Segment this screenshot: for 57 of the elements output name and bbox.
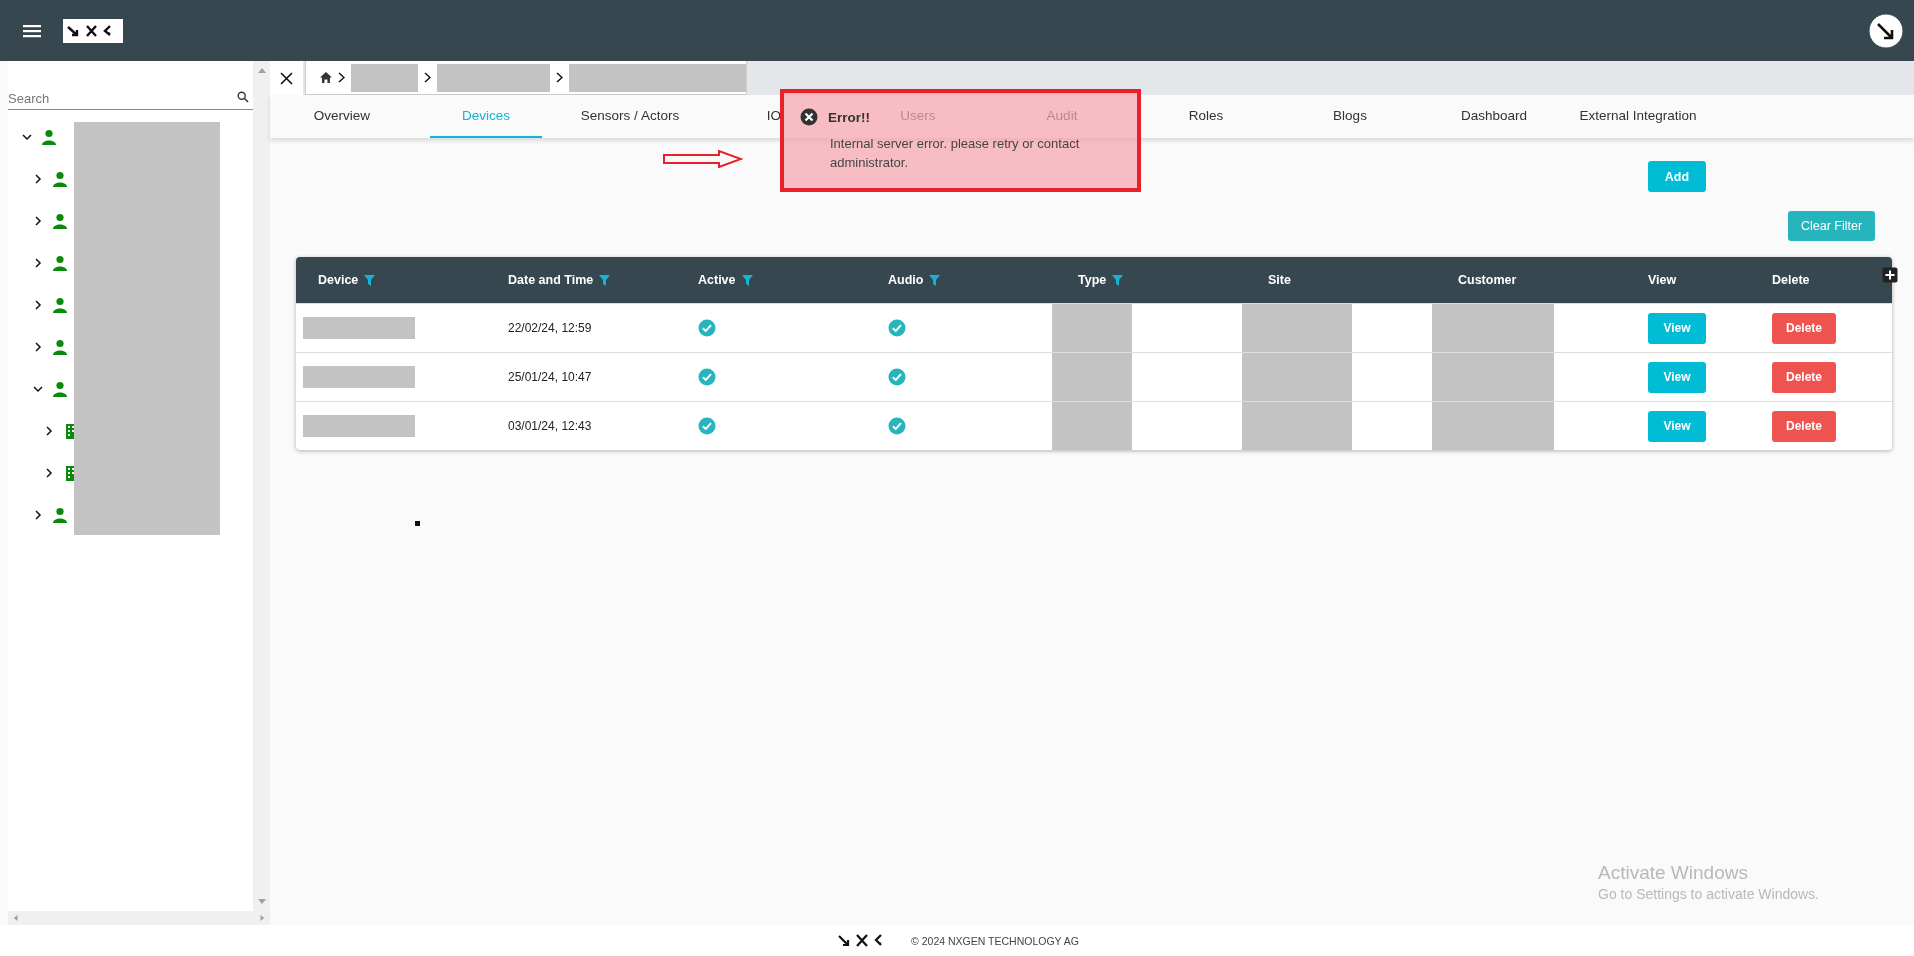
tab[interactable]: Devices bbox=[430, 95, 542, 138]
column-header: Delete bbox=[1772, 273, 1810, 287]
search-field[interactable]: Search bbox=[8, 87, 253, 110]
add-button[interactable]: Add bbox=[1648, 161, 1706, 192]
delete-button[interactable]: Delete bbox=[1772, 312, 1836, 344]
person-icon bbox=[52, 507, 68, 523]
clear-filter-button[interactable]: Clear Filter bbox=[1788, 211, 1875, 241]
chevron-icon bbox=[556, 72, 564, 83]
filter-icon[interactable] bbox=[1112, 274, 1124, 286]
column-header: Active bbox=[698, 273, 736, 287]
table-cell-text: 03/01/24, 12:43 bbox=[507, 418, 593, 435]
person-icon bbox=[52, 255, 68, 271]
chevron-icon bbox=[424, 72, 432, 83]
table-cell-text: 25/01/24, 10:47 bbox=[507, 369, 593, 386]
close-button[interactable] bbox=[270, 61, 303, 95]
person-icon bbox=[52, 381, 68, 397]
column-header: Device bbox=[318, 273, 359, 287]
column-header: Date and Time bbox=[508, 273, 594, 287]
copyright-text: © 2024 NXGEN TECHNOLOGY AG bbox=[911, 934, 1079, 947]
logo-avatar-icon[interactable] bbox=[1868, 12, 1904, 49]
person-icon bbox=[52, 339, 68, 355]
chevron-icon bbox=[337, 72, 345, 83]
search-icon[interactable] bbox=[237, 91, 249, 103]
delete-button[interactable]: Delete bbox=[1772, 410, 1836, 442]
column-header: Site bbox=[1268, 273, 1291, 287]
column-header: Customer bbox=[1458, 273, 1517, 287]
close-icon bbox=[280, 71, 293, 85]
filter-icon[interactable] bbox=[599, 274, 611, 286]
dot-mark bbox=[415, 521, 420, 526]
person-icon bbox=[52, 297, 68, 313]
column-header: View bbox=[1648, 273, 1677, 287]
person-icon bbox=[52, 213, 68, 229]
os-activation-notice: Activate Windows Go to Settings to activate Windows. bbox=[1598, 862, 1819, 902]
tab[interactable]: External Integration bbox=[1573, 95, 1703, 138]
tab[interactable]: Dashboard bbox=[1454, 95, 1533, 138]
tab[interactable]: Blogs bbox=[1327, 95, 1373, 138]
tab[interactable]: Overview bbox=[307, 95, 377, 138]
toast-message: Internal server error. please retry or contact administrator. bbox=[830, 135, 1081, 172]
toast-title: Error!! bbox=[828, 109, 870, 125]
person-icon bbox=[52, 171, 68, 187]
home-icon[interactable] bbox=[320, 72, 332, 83]
tab[interactable]: IO bbox=[760, 95, 788, 138]
filter-icon[interactable] bbox=[364, 274, 376, 286]
filter-icon[interactable] bbox=[929, 274, 941, 286]
view-button[interactable]: View bbox=[1648, 312, 1706, 344]
filter-icon[interactable] bbox=[741, 274, 753, 286]
tab[interactable]: Roles bbox=[1182, 95, 1230, 138]
tab[interactable]: Sensors / Actors bbox=[574, 95, 686, 138]
menu-icon[interactable] bbox=[22, 22, 42, 39]
delete-button[interactable]: Delete bbox=[1772, 361, 1836, 393]
view-button[interactable]: View bbox=[1648, 410, 1706, 442]
error-icon bbox=[800, 108, 818, 126]
table-cell-text: 22/02/24, 12:59 bbox=[507, 320, 593, 337]
person-icon bbox=[41, 129, 57, 145]
view-button[interactable]: View bbox=[1648, 361, 1706, 393]
column-header: Audio bbox=[888, 273, 924, 287]
column-header: Type bbox=[1078, 273, 1107, 287]
